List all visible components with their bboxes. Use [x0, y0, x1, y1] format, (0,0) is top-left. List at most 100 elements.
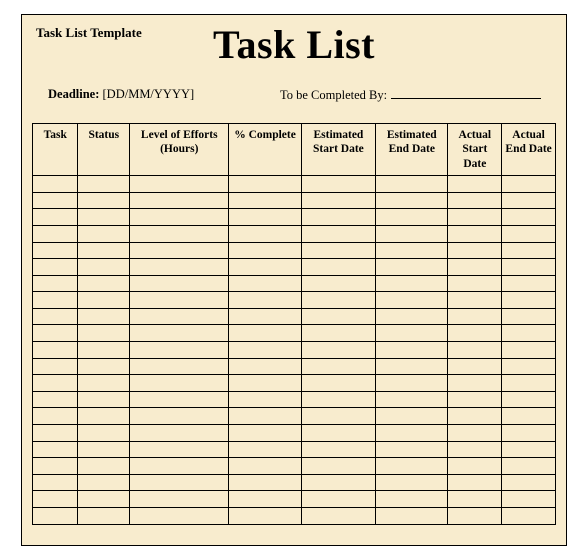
task-table-wrap: Task Status Level of Efforts (Hours) % C… — [32, 123, 556, 525]
table-cell — [502, 192, 556, 209]
table-cell — [78, 408, 130, 425]
table-cell — [78, 474, 130, 491]
table-cell — [502, 391, 556, 408]
table-cell — [301, 209, 375, 226]
table-cell — [33, 391, 78, 408]
completed-by-field: To be Completed By: — [280, 87, 541, 103]
table-cell — [301, 308, 375, 325]
table-cell — [130, 441, 229, 458]
table-cell — [448, 458, 502, 475]
table-cell — [229, 192, 301, 209]
table-cell — [78, 375, 130, 392]
table-cell — [301, 176, 375, 193]
table-cell — [448, 441, 502, 458]
table-cell — [33, 192, 78, 209]
table-cell — [448, 325, 502, 342]
deadline-label: Deadline: — [48, 87, 99, 101]
table-row — [33, 408, 556, 425]
table-cell — [33, 491, 78, 508]
table-cell — [78, 342, 130, 359]
table-cell — [229, 358, 301, 375]
table-cell — [376, 225, 448, 242]
table-cell — [130, 425, 229, 442]
table-cell — [448, 192, 502, 209]
table-cell — [502, 259, 556, 276]
table-cell — [376, 441, 448, 458]
table-cell — [130, 325, 229, 342]
table-row — [33, 391, 556, 408]
table-cell — [502, 292, 556, 309]
table-cell — [229, 391, 301, 408]
table-cell — [502, 425, 556, 442]
table-cell — [448, 176, 502, 193]
table-cell — [502, 325, 556, 342]
table-cell — [33, 375, 78, 392]
table-cell — [502, 491, 556, 508]
table-cell — [301, 391, 375, 408]
table-cell — [78, 176, 130, 193]
table-cell — [376, 325, 448, 342]
table-cell — [130, 358, 229, 375]
col-actual-start: Actual Start Date — [448, 124, 502, 176]
table-cell — [130, 259, 229, 276]
table-cell — [376, 275, 448, 292]
table-cell — [448, 425, 502, 442]
table-cell — [448, 242, 502, 259]
table-cell — [130, 408, 229, 425]
table-cell — [376, 308, 448, 325]
table-cell — [33, 209, 78, 226]
table-cell — [130, 474, 229, 491]
table-cell — [376, 292, 448, 309]
table-cell — [130, 458, 229, 475]
table-header-row: Task Status Level of Efforts (Hours) % C… — [33, 124, 556, 176]
table-row — [33, 225, 556, 242]
table-cell — [502, 176, 556, 193]
table-cell — [130, 491, 229, 508]
table-cell — [78, 259, 130, 276]
table-cell — [502, 441, 556, 458]
table-cell — [502, 275, 556, 292]
table-cell — [502, 225, 556, 242]
table-cell — [78, 325, 130, 342]
table-cell — [502, 242, 556, 259]
table-cell — [301, 474, 375, 491]
table-cell — [502, 408, 556, 425]
table-cell — [448, 225, 502, 242]
deadline-value: [DD/MM/YYYY] — [103, 87, 195, 101]
table-cell — [78, 458, 130, 475]
page-title: Task List — [22, 21, 566, 68]
table-cell — [78, 358, 130, 375]
table-row — [33, 508, 556, 525]
table-row — [33, 209, 556, 226]
table-cell — [229, 325, 301, 342]
table-cell — [448, 508, 502, 525]
table-cell — [229, 342, 301, 359]
table-cell — [448, 275, 502, 292]
table-cell — [33, 342, 78, 359]
table-cell — [502, 209, 556, 226]
table-cell — [33, 176, 78, 193]
col-actual-end: Actual End Date — [502, 124, 556, 176]
table-cell — [376, 425, 448, 442]
table-cell — [78, 491, 130, 508]
table-cell — [301, 358, 375, 375]
table-cell — [33, 292, 78, 309]
table-cell — [229, 408, 301, 425]
table-cell — [376, 458, 448, 475]
table-cell — [130, 176, 229, 193]
table-row — [33, 176, 556, 193]
col-est-end: Estimated End Date — [376, 124, 448, 176]
table-row — [33, 275, 556, 292]
table-cell — [78, 192, 130, 209]
table-cell — [301, 508, 375, 525]
table-cell — [33, 474, 78, 491]
table-cell — [33, 308, 78, 325]
table-cell — [130, 342, 229, 359]
table-cell — [301, 225, 375, 242]
table-cell — [448, 491, 502, 508]
table-cell — [376, 375, 448, 392]
table-cell — [130, 292, 229, 309]
table-cell — [229, 176, 301, 193]
table-row — [33, 441, 556, 458]
table-row — [33, 292, 556, 309]
